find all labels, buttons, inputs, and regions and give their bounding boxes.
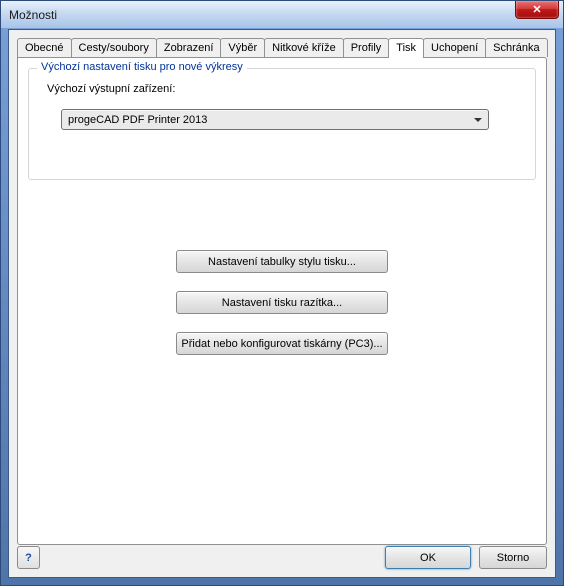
titlebar: Možnosti ✕ <box>1 1 563 29</box>
tab-cesty-soubory[interactable]: Cesty/soubory <box>71 38 157 57</box>
ok-button[interactable]: OK <box>385 546 471 569</box>
tab-schranka[interactable]: Schránka <box>485 38 547 57</box>
tab-profily[interactable]: Profily <box>343 38 390 57</box>
help-icon: ? <box>25 552 32 564</box>
group-title: Výchozí nastavení tisku pro nové výkresy <box>37 61 247 73</box>
device-value: progeCAD PDF Printer 2013 <box>68 114 207 126</box>
tab-uchopeni[interactable]: Uchopení <box>423 38 486 57</box>
group-default-print: Výchozí nastavení tisku pro nové výkresy… <box>28 68 536 180</box>
options-dialog: Možnosti ✕ Obecné Cesty/soubory Zobrazen… <box>0 0 564 586</box>
bottom-bar: ? OK Storno <box>17 546 547 569</box>
close-button[interactable]: ✕ <box>515 1 559 19</box>
device-label: Výchozí výstupní zařízení: <box>47 83 175 95</box>
window-title: Možnosti <box>9 8 57 22</box>
configure-printers-button[interactable]: Přidat nebo konfigurovat tiskárny (PC3).… <box>176 332 388 355</box>
stamp-settings-button[interactable]: Nastavení tisku razítka... <box>176 291 388 314</box>
device-combo[interactable]: progeCAD PDF Printer 2013 <box>61 109 489 130</box>
mid-buttons: Nastavení tabulky stylu tisku... Nastave… <box>18 250 546 355</box>
tab-zobrazeni[interactable]: Zobrazení <box>156 38 222 57</box>
close-icon: ✕ <box>532 3 541 16</box>
chevron-down-icon <box>474 118 482 122</box>
tab-tisk[interactable]: Tisk <box>388 38 424 58</box>
help-button[interactable]: ? <box>17 546 40 569</box>
client-area: Obecné Cesty/soubory Zobrazení Výběr Nit… <box>8 29 556 578</box>
tab-vyber[interactable]: Výběr <box>220 38 265 57</box>
cancel-button[interactable]: Storno <box>479 546 547 569</box>
tab-panel-tisk: Výchozí nastavení tisku pro nové výkresy… <box>17 57 547 545</box>
tab-strip: Obecné Cesty/soubory Zobrazení Výběr Nit… <box>17 38 547 57</box>
tab-obecne[interactable]: Obecné <box>17 38 72 57</box>
tab-nitkove-krize[interactable]: Nitkové kříže <box>264 38 344 57</box>
style-tables-button[interactable]: Nastavení tabulky stylu tisku... <box>176 250 388 273</box>
